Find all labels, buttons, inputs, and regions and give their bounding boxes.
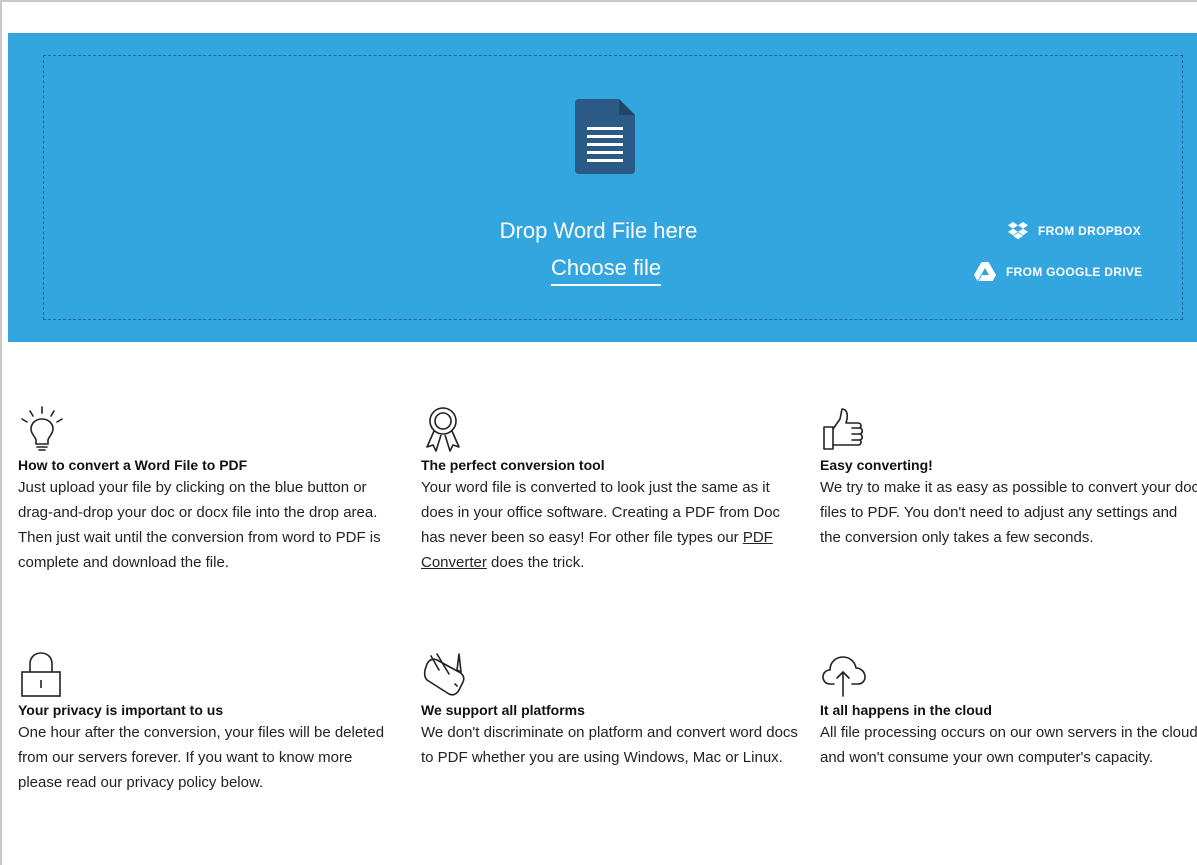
feature-text: Your word file is converted to look just… xyxy=(421,479,781,546)
lightbulb-icon xyxy=(21,406,63,451)
choose-file-link[interactable]: Choose file xyxy=(551,255,662,286)
feature-title: How to convert a Word File to PDF xyxy=(18,457,248,473)
feature-text: does the trick. xyxy=(486,554,585,571)
file-drop-zone[interactable] xyxy=(8,33,1197,342)
feature-title: It all happens in the cloud xyxy=(820,702,992,718)
feature-description: One hour after the conversion, your file… xyxy=(18,724,385,791)
thumbs-up-icon xyxy=(823,408,864,450)
feature-description: We don't discriminate on platform and co… xyxy=(421,724,798,766)
google-drive-label: FROM GOOGLE DRIVE xyxy=(1006,264,1143,279)
word-document-icon xyxy=(575,99,635,174)
from-google-drive-button[interactable]: FROM GOOGLE DRIVE xyxy=(974,262,1142,281)
award-ribbon-icon xyxy=(426,407,460,452)
feature-description: Just upload your file by clicking on the… xyxy=(18,479,381,571)
feature-title: Your privacy is important to us xyxy=(18,702,224,718)
feature-how-to-convert: How to convert a Word File to PDF Just u… xyxy=(18,405,398,575)
padlock-icon xyxy=(21,652,61,697)
dropbox-label: FROM DROPBOX xyxy=(1038,224,1141,238)
swiss-army-knife-icon xyxy=(423,653,465,696)
from-dropbox-button[interactable]: FROM DROPBOX xyxy=(1008,222,1141,240)
feature-easy-converting: Easy converting! We try to make it as ea… xyxy=(820,405,1197,550)
feature-privacy: Your privacy is important to us One hour… xyxy=(18,650,398,795)
dropbox-icon xyxy=(1008,222,1028,240)
feature-description: We try to make it as easy as possible to… xyxy=(820,479,1197,546)
cloud-upload-icon xyxy=(822,656,866,697)
feature-title: Easy converting! xyxy=(820,457,933,473)
feature-description: Your word file is converted to look just… xyxy=(421,475,801,575)
feature-cloud: It all happens in the cloud All file pro… xyxy=(820,650,1197,770)
feature-title: We support all platforms xyxy=(421,702,585,718)
feature-perfect-conversion: The perfect conversion tool Your word fi… xyxy=(421,405,801,575)
feature-title: The perfect conversion tool xyxy=(421,457,605,473)
feature-all-platforms: We support all platforms We don't discri… xyxy=(421,650,801,770)
google-drive-icon xyxy=(974,262,996,281)
feature-description: All file processing occurs on our own se… xyxy=(820,724,1197,766)
